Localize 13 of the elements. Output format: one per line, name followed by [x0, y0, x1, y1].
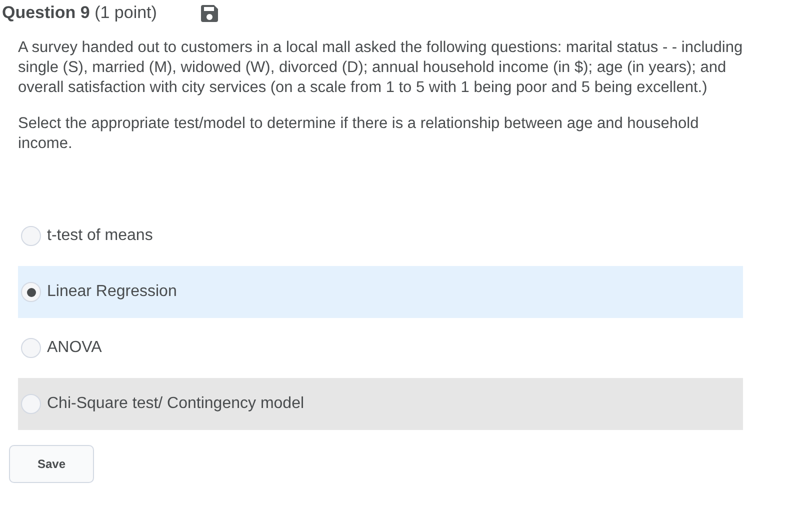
answer-option[interactable]: Linear Regression: [18, 266, 743, 318]
save-icon[interactable]: [200, 4, 218, 22]
answer-option[interactable]: ANOVA: [18, 322, 743, 374]
radio-button[interactable]: [21, 338, 41, 358]
question-text: A survey handed out to customers in a local mall asked the following questions: marital status - - including single (S), married (M), widowed (W), divorced (D); annual household income (in $); age (in years); and overall satisfaction with city services (on a scale from 1 to 5 with 1 being poor and 5 being excellent.): [18, 38, 743, 98]
question-title: Question 9 (1 point): [2, 3, 157, 23]
radio-button[interactable]: [21, 282, 41, 302]
answer-option[interactable]: t-test of means: [18, 210, 743, 262]
radio-button[interactable]: [21, 394, 41, 414]
radio-button[interactable]: [21, 226, 41, 246]
answer-option[interactable]: Chi-Square test/ Contingency model: [18, 378, 743, 430]
question-text: Select the appropriate test/model to determine if there is a relationship between age and household income.: [18, 114, 700, 154]
save-button[interactable]: Save: [9, 445, 94, 483]
